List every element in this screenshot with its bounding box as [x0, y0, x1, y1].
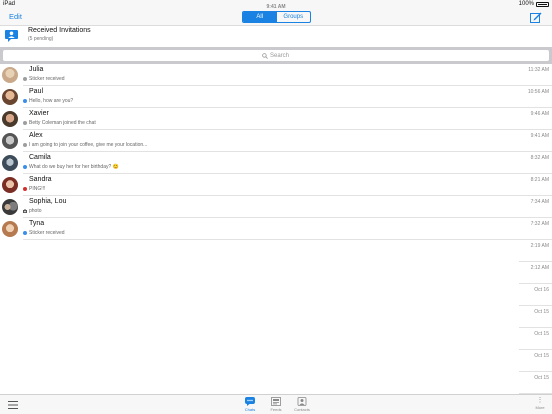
- tab-bar: Chats Feeds Contacts ⋮ More: [0, 394, 552, 414]
- chat-time: 7:34 AM: [530, 199, 549, 205]
- status-dot: [23, 99, 27, 103]
- chat-time: 9:41 AM: [530, 133, 549, 139]
- tab-contacts[interactable]: Contacts: [287, 397, 317, 413]
- invitations-title: Received Invitations: [28, 27, 91, 34]
- chat-time: 8:21 AM: [530, 177, 549, 183]
- chat-row[interactable]: Tyna Sticker received 7:32 AM: [0, 218, 552, 240]
- search-bar: Search: [0, 47, 552, 64]
- chat-row[interactable]: Julia Sticker received 11:32 AM: [0, 64, 552, 86]
- chat-time: Oct 15: [534, 353, 549, 359]
- more-button[interactable]: ⋮ More: [532, 397, 548, 413]
- chat-last-message: What do we buy her for her birthday? 😊: [29, 164, 119, 170]
- avatar: [2, 67, 18, 83]
- older-chat-row[interactable]: Oct 15: [0, 350, 552, 372]
- chat-name: Alex: [29, 132, 43, 139]
- chat-name: Tyna: [29, 220, 45, 227]
- chat-time: Oct 15: [534, 375, 549, 381]
- invitations-pending-count: (5 pending): [28, 36, 54, 42]
- battery-percent: 100%: [518, 1, 534, 7]
- status-dot: [23, 231, 27, 235]
- chat-name: Julia: [29, 66, 44, 73]
- chat-last-message: Sticker received: [29, 76, 65, 82]
- chat-row[interactable]: Sandra PING!!! 8:21 AM: [0, 174, 552, 196]
- chat-time: 2:12 AM: [530, 265, 549, 271]
- chat-last-message: Betty Coleman joined the chat: [29, 120, 96, 126]
- chat-bubble-icon: [245, 397, 255, 406]
- avatar: [2, 111, 18, 127]
- chat-name: Xavier: [29, 110, 49, 117]
- contacts-icon: [297, 397, 307, 406]
- older-chat-row[interactable]: 2:19 AM: [0, 240, 552, 262]
- feeds-icon: [271, 397, 281, 406]
- battery-icon: [536, 2, 549, 7]
- chat-filter-segmented-control: All Groups: [242, 11, 311, 23]
- status-dot: [23, 165, 27, 169]
- navigation-bar: Edit All Groups: [0, 9, 552, 26]
- chat-last-message: Hello, how are you?: [29, 98, 74, 104]
- tab-contacts-label: Contacts: [294, 407, 310, 412]
- compose-icon[interactable]: [530, 12, 542, 23]
- chat-last-message: I am going to join your coffee, give me …: [29, 142, 148, 148]
- chat-name: Sophia, Lou: [29, 198, 67, 205]
- chat-last-message: photo: [29, 208, 42, 214]
- avatar: [2, 155, 18, 171]
- chat-time: 10:56 AM: [527, 89, 549, 95]
- status-dot: [23, 187, 27, 191]
- chat-row[interactable]: Alex I am going to join your coffee, giv…: [0, 130, 552, 152]
- chat-row[interactable]: Camila What do we buy her for her birthd…: [0, 152, 552, 174]
- older-chat-row[interactable]: Oct 15: [0, 372, 552, 394]
- avatar: [2, 177, 18, 193]
- older-chat-row[interactable]: Oct 16: [0, 284, 552, 306]
- chat-list: Julia Sticker received 11:32 AM Paul Hel…: [0, 64, 552, 394]
- more-icon: ⋮: [536, 397, 544, 404]
- chat-time: Oct 15: [534, 331, 549, 337]
- received-invitations-row[interactable]: Received Invitations (5 pending): [0, 26, 552, 47]
- older-chat-row[interactable]: Oct 15: [0, 328, 552, 350]
- chat-row[interactable]: Sophia, Lou photo 7:34 AM: [0, 196, 552, 218]
- hamburger-menu-icon[interactable]: [8, 401, 18, 409]
- avatar: [2, 89, 18, 105]
- camera-icon: [23, 209, 27, 213]
- status-dot: [23, 143, 27, 147]
- chat-name: Camila: [29, 154, 51, 161]
- status-bar: iPad 9:41 AM 100%: [0, 0, 552, 10]
- invitation-icon: [5, 30, 18, 42]
- chat-time: Oct 15: [534, 309, 549, 315]
- more-label: More: [535, 405, 545, 410]
- chat-row[interactable]: Paul Hello, how are you? 10:56 AM: [0, 86, 552, 108]
- chat-time: 2:19 AM: [530, 243, 549, 249]
- chat-last-message: Sticker received: [29, 230, 65, 236]
- battery-indicator: 100%: [519, 0, 549, 9]
- older-chat-row[interactable]: 2:12 AM: [0, 262, 552, 284]
- chat-time: 9:46 AM: [530, 111, 549, 117]
- chat-name: Paul: [29, 88, 44, 95]
- chat-time: Oct 16: [534, 287, 549, 293]
- chat-row[interactable]: Xavier Betty Coleman joined the chat 9:4…: [0, 108, 552, 130]
- chat-time: 7:32 AM: [530, 221, 549, 227]
- segment-all[interactable]: All: [243, 12, 277, 22]
- edit-button[interactable]: Edit: [9, 12, 22, 21]
- avatar: [2, 133, 18, 149]
- chat-time: 8:32 AM: [530, 155, 549, 161]
- chat-time: 11:32 AM: [528, 67, 549, 73]
- older-chat-row[interactable]: Oct 15: [0, 306, 552, 328]
- chat-name: Sandra: [29, 176, 52, 183]
- segment-groups[interactable]: Groups: [277, 12, 311, 22]
- status-dot: [23, 121, 27, 125]
- status-dot: [23, 77, 27, 81]
- avatar: [2, 221, 18, 237]
- chat-last-message: PING!!!: [29, 186, 46, 192]
- search-input[interactable]: [3, 50, 549, 61]
- avatar: [2, 199, 18, 215]
